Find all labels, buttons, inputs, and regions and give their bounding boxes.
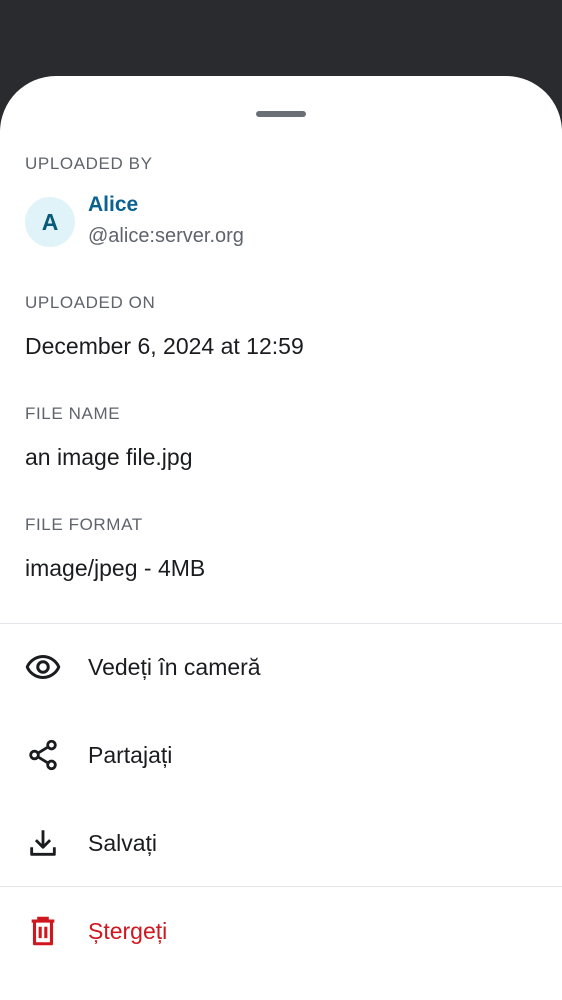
download-icon xyxy=(25,825,61,861)
eye-icon xyxy=(25,649,61,685)
uploader-id: @alice:server.org xyxy=(88,225,244,247)
save-label: Salvați xyxy=(88,829,158,856)
save-button[interactable]: Salvați xyxy=(0,799,562,887)
share-button[interactable]: Partajați xyxy=(0,711,562,799)
uploaded-by-label: UPLOADED BY xyxy=(25,154,153,173)
avatar: A xyxy=(25,197,75,247)
file-name-label: FILE NAME xyxy=(25,404,121,423)
file-name-value: an image file.jpg xyxy=(25,444,193,470)
share-icon xyxy=(25,737,61,773)
file-format-value: image/jpeg - 4MB xyxy=(25,555,206,581)
uploaded-on-value: December 6, 2024 at 12:59 xyxy=(25,333,304,359)
file-format-label: FILE FORMAT xyxy=(25,515,143,534)
share-label: Partajați xyxy=(88,741,173,768)
trash-icon xyxy=(25,913,61,949)
uploaded-on-label: UPLOADED ON xyxy=(25,293,156,312)
view-in-room-button[interactable]: Vedeți în cameră xyxy=(0,623,562,711)
view-in-room-label: Vedeți în cameră xyxy=(88,653,261,680)
uploader-name: Alice xyxy=(88,193,139,216)
delete-label: Ștergeți xyxy=(88,917,168,944)
media-details-bottom-sheet: UPLOADED BY A Alice @alice:server.org UP… xyxy=(0,76,562,1000)
drag-handle[interactable] xyxy=(256,111,306,117)
delete-button[interactable]: Ștergeți xyxy=(0,887,562,975)
